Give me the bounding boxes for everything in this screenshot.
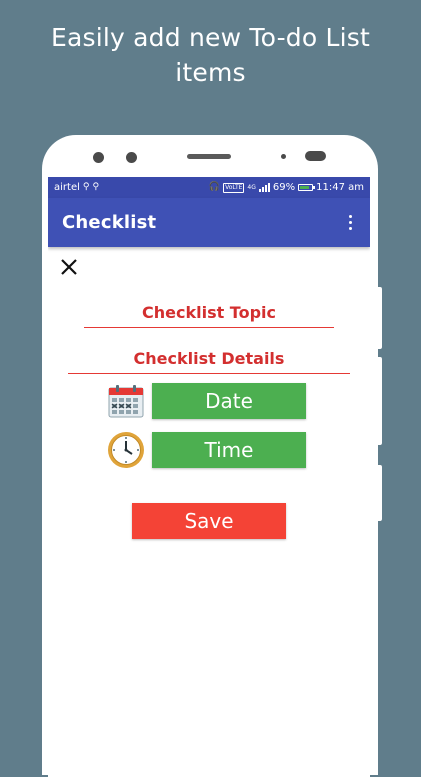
app-title: Checklist [62, 212, 157, 233]
date-picker-row: Date [106, 381, 306, 421]
time-picker-row: Time [106, 430, 306, 470]
promo-caption-line-1: Easily add new To-do List [50, 23, 370, 52]
save-button[interactable]: Save [132, 503, 286, 539]
phone-front-camera [93, 152, 104, 163]
phone-side-button [378, 287, 382, 349]
phone-frame: airtel ⚲ ⚲ 🎧 VoLTE 4G 69% 11:47 am Check… [42, 135, 382, 777]
phone-earpiece [187, 154, 231, 159]
time-button[interactable]: Time [152, 432, 306, 468]
clock-time: 11:47 am [316, 182, 364, 193]
close-icon[interactable] [58, 256, 80, 278]
date-button[interactable]: Date [152, 383, 306, 419]
phone-proximity-sensor [281, 154, 286, 159]
checklist-topic-underline [84, 327, 334, 328]
phone-side-button [378, 357, 382, 445]
phone-front-sensor [126, 152, 137, 163]
phone-side-button [378, 465, 382, 521]
battery-icon [298, 184, 316, 191]
status-bar: airtel ⚲ ⚲ 🎧 VoLTE 4G 69% 11:47 am [48, 177, 370, 198]
network-type: 4G [247, 183, 256, 191]
app-screen: airtel ⚲ ⚲ 🎧 VoLTE 4G 69% 11:47 am Check… [48, 177, 370, 777]
promo-caption: Easily add new To-do List items [0, 20, 421, 90]
checklist-details-input[interactable] [68, 345, 350, 371]
promo-caption-line-2: items [175, 58, 246, 87]
checklist-topic-input[interactable] [84, 299, 334, 325]
usb-icon: ⚲ [82, 182, 90, 192]
calendar-icon [106, 381, 146, 421]
more-vertical-icon[interactable] [344, 211, 356, 235]
checklist-details-underline [68, 373, 350, 374]
usb-icon: ⚲ [92, 182, 100, 192]
volte-badge: VoLTE [223, 182, 245, 193]
carrier-name: airtel [54, 182, 80, 193]
app-bar: Checklist [48, 198, 370, 247]
clock-icon [106, 430, 146, 470]
headphones-icon: 🎧 [208, 182, 221, 192]
phone-flash [305, 151, 326, 161]
battery-percent: 69% [272, 182, 296, 193]
signal-icon [258, 183, 270, 192]
